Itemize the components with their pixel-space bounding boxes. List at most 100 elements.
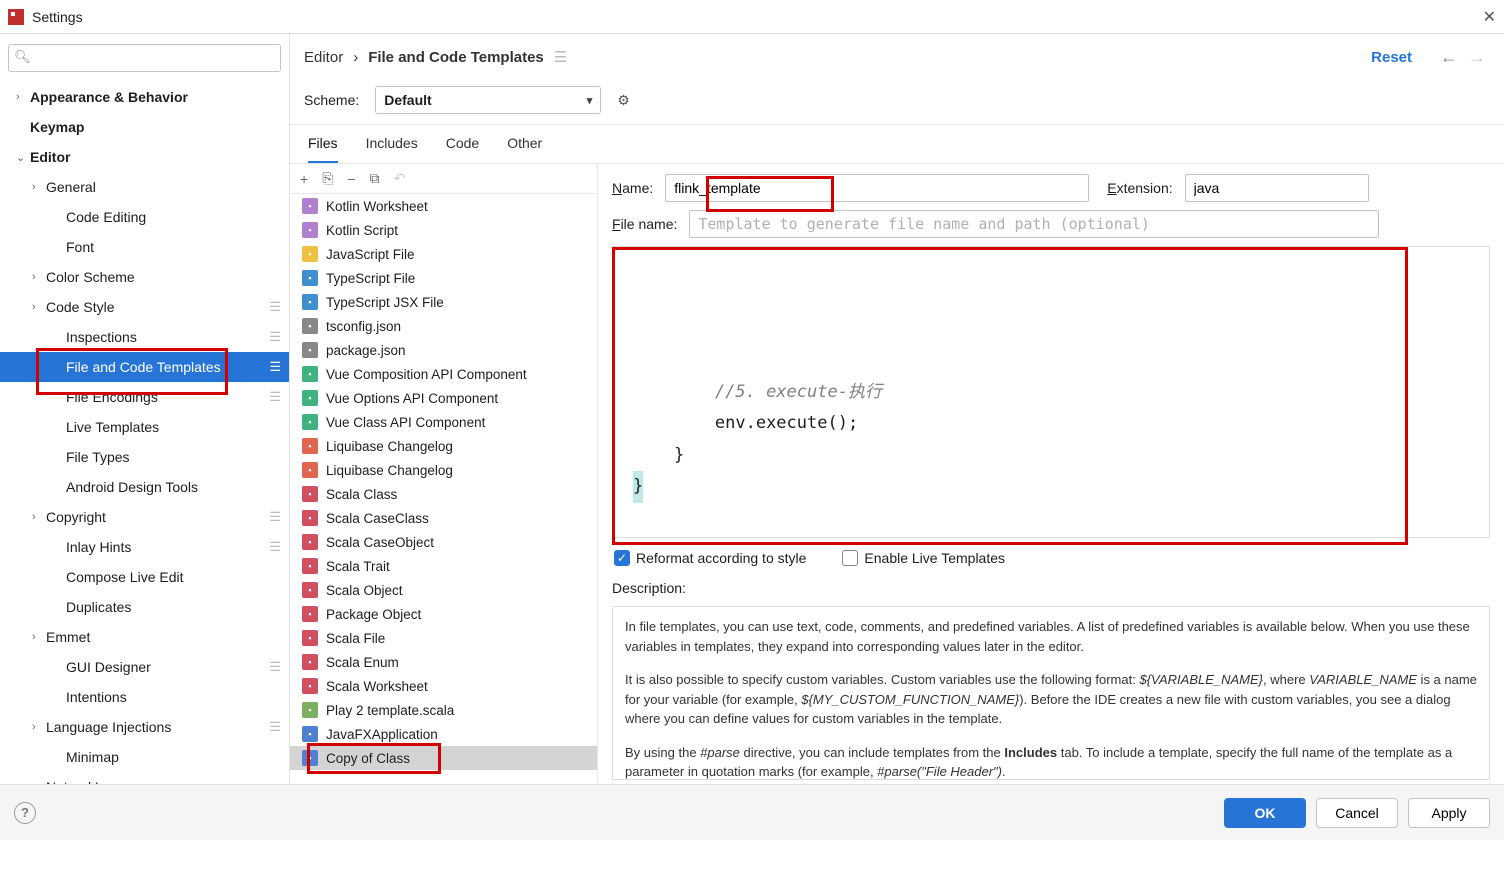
template-item-label: JavaScript File	[326, 247, 415, 262]
template-item[interactable]: ▪Play 2 template.scala	[290, 698, 597, 722]
help-icon[interactable]: ?	[14, 802, 36, 824]
sidebar-item[interactable]: File and Code Templates☰	[0, 352, 289, 382]
template-item[interactable]: ▪JavaFXApplication	[290, 722, 597, 746]
scope-badge-icon: ☰	[261, 299, 281, 315]
sidebar-item[interactable]: ›Emmet	[0, 622, 289, 652]
template-item[interactable]: ▪Scala CaseObject	[290, 530, 597, 554]
template-item-label: Scala Object	[326, 583, 403, 598]
tabs: Files Includes Code Other	[290, 125, 1504, 164]
sidebar-item[interactable]: ⌄Editor	[0, 142, 289, 172]
template-item[interactable]: ▪Scala CaseClass	[290, 506, 597, 530]
add-template-icon[interactable]: +	[300, 171, 308, 187]
sidebar-item[interactable]: Live Templates	[0, 412, 289, 442]
template-item[interactable]: ▪Scala Worksheet	[290, 674, 597, 698]
sidebar-item[interactable]: ›Natural Languages	[0, 772, 289, 784]
ok-button[interactable]: OK	[1224, 798, 1306, 828]
sidebar-item[interactable]: ›Color Scheme	[0, 262, 289, 292]
sidebar-item-label: File Encodings	[66, 389, 261, 405]
sidebar-item[interactable]: File Types	[0, 442, 289, 472]
template-item[interactable]: ▪Scala Object	[290, 578, 597, 602]
chevron-icon: ›	[32, 181, 46, 193]
settings-tree[interactable]: ›Appearance & BehaviorKeymap⌄Editor›Gene…	[0, 80, 289, 784]
template-item[interactable]: ▪Kotlin Worksheet	[290, 194, 597, 218]
template-item[interactable]: ▪Vue Class API Component	[290, 410, 597, 434]
filetype-icon: ▪	[302, 654, 318, 670]
cancel-button[interactable]: Cancel	[1316, 798, 1398, 828]
template-item[interactable]: ▪Liquibase Changelog	[290, 458, 597, 482]
undo-template-icon[interactable]: ↶	[394, 170, 406, 187]
scope-badge-icon: ☰	[261, 539, 281, 555]
sidebar-item[interactable]: Font	[0, 232, 289, 262]
sidebar-item[interactable]: Compose Live Edit	[0, 562, 289, 592]
sidebar-item[interactable]: Keymap	[0, 112, 289, 142]
remove-template-icon[interactable]: −	[347, 171, 355, 187]
template-item[interactable]: ▪package.json	[290, 338, 597, 362]
template-list[interactable]: ▪Kotlin Worksheet▪Kotlin Script▪JavaScri…	[290, 193, 597, 784]
settings-search[interactable]: 🔍︎	[8, 44, 281, 72]
tab-includes[interactable]: Includes	[366, 135, 418, 163]
sidebar-item-label: File and Code Templates	[66, 359, 261, 375]
tab-code[interactable]: Code	[446, 135, 479, 163]
sidebar-item[interactable]: ›Language Injections☰	[0, 712, 289, 742]
template-item-label: Liquibase Changelog	[326, 439, 453, 454]
back-arrow-icon[interactable]: ←	[1440, 47, 1458, 68]
sidebar-item[interactable]: File Encodings☰	[0, 382, 289, 412]
template-item[interactable]: ▪Scala Class	[290, 482, 597, 506]
extension-input[interactable]	[1185, 174, 1369, 202]
sidebar-item[interactable]: Intentions	[0, 682, 289, 712]
template-item[interactable]: ▪Vue Composition API Component	[290, 362, 597, 386]
template-item[interactable]: ▪Kotlin Script	[290, 218, 597, 242]
gear-icon[interactable]: ⚙	[617, 92, 630, 109]
description-box: In file templates, you can use text, cod…	[612, 606, 1490, 780]
template-item[interactable]: ▪TypeScript JSX File	[290, 290, 597, 314]
sidebar-item[interactable]: ›Code Style☰	[0, 292, 289, 322]
live-templates-checkbox[interactable]: Enable Live Templates	[842, 550, 1005, 566]
sidebar-item[interactable]: ›Copyright☰	[0, 502, 289, 532]
tab-other[interactable]: Other	[507, 135, 542, 163]
template-item[interactable]: ▪JavaScript File	[290, 242, 597, 266]
template-item[interactable]: ▪Copy of Class	[290, 746, 597, 770]
sidebar-item-label: Appearance & Behavior	[30, 89, 289, 105]
scheme-value: Default	[384, 92, 431, 108]
sidebar-item-label: Inlay Hints	[66, 539, 261, 555]
tab-files[interactable]: Files	[308, 135, 338, 163]
sidebar-item[interactable]: ›Appearance & Behavior	[0, 82, 289, 112]
sidebar-item[interactable]: Inspections☰	[0, 322, 289, 352]
sidebar-item[interactable]: ›General	[0, 172, 289, 202]
forward-arrow-icon[interactable]: →	[1468, 47, 1486, 68]
sidebar-item[interactable]: Code Editing	[0, 202, 289, 232]
extension-label: Extension:	[1107, 180, 1172, 196]
template-item-label: Vue Class API Component	[326, 415, 485, 430]
apply-button[interactable]: Apply	[1408, 798, 1490, 828]
template-item[interactable]: ▪Scala File	[290, 626, 597, 650]
breadcrumb-root[interactable]: Editor	[304, 49, 343, 66]
reformat-checkbox[interactable]: ✓ Reformat according to style	[614, 550, 806, 566]
close-icon[interactable]: ✕	[1483, 7, 1496, 27]
sidebar-item[interactable]: Duplicates	[0, 592, 289, 622]
sidebar-item[interactable]: Inlay Hints☰	[0, 532, 289, 562]
template-code-editor[interactable]: //5. execute-执行 env.execute(); } }	[612, 246, 1490, 538]
scheme-selector[interactable]: Default ▾	[375, 86, 601, 114]
search-input[interactable]	[8, 44, 281, 72]
sidebar-item[interactable]: GUI Designer☰	[0, 652, 289, 682]
reset-link[interactable]: Reset	[1371, 49, 1412, 66]
template-item[interactable]: ▪Package Object	[290, 602, 597, 626]
name-input[interactable]	[665, 174, 1089, 202]
template-item[interactable]: ▪Scala Trait	[290, 554, 597, 578]
sidebar-item[interactable]: Android Design Tools	[0, 472, 289, 502]
filename-label: File name:	[612, 216, 677, 232]
template-item[interactable]: ▪TypeScript File	[290, 266, 597, 290]
template-item-label: Scala File	[326, 631, 385, 646]
sidebar-item-label: Intentions	[66, 689, 289, 705]
template-item[interactable]: ▪ Liquibase Changelog	[290, 434, 597, 458]
template-editor-pane: NName:ame: Extension: File name: //5. ex…	[598, 164, 1504, 784]
filetype-icon: ▪	[302, 462, 318, 478]
filetype-icon: ▪	[302, 438, 318, 454]
sidebar-item[interactable]: Minimap	[0, 742, 289, 772]
duplicate-template-icon[interactable]: ⎘	[322, 170, 333, 187]
template-item[interactable]: ▪tsconfig.json	[290, 314, 597, 338]
template-item[interactable]: ▪Scala Enum	[290, 650, 597, 674]
filename-input[interactable]	[689, 210, 1379, 238]
template-item[interactable]: ▪Vue Options API Component	[290, 386, 597, 410]
copy-template-icon[interactable]: ⧉	[370, 170, 380, 187]
